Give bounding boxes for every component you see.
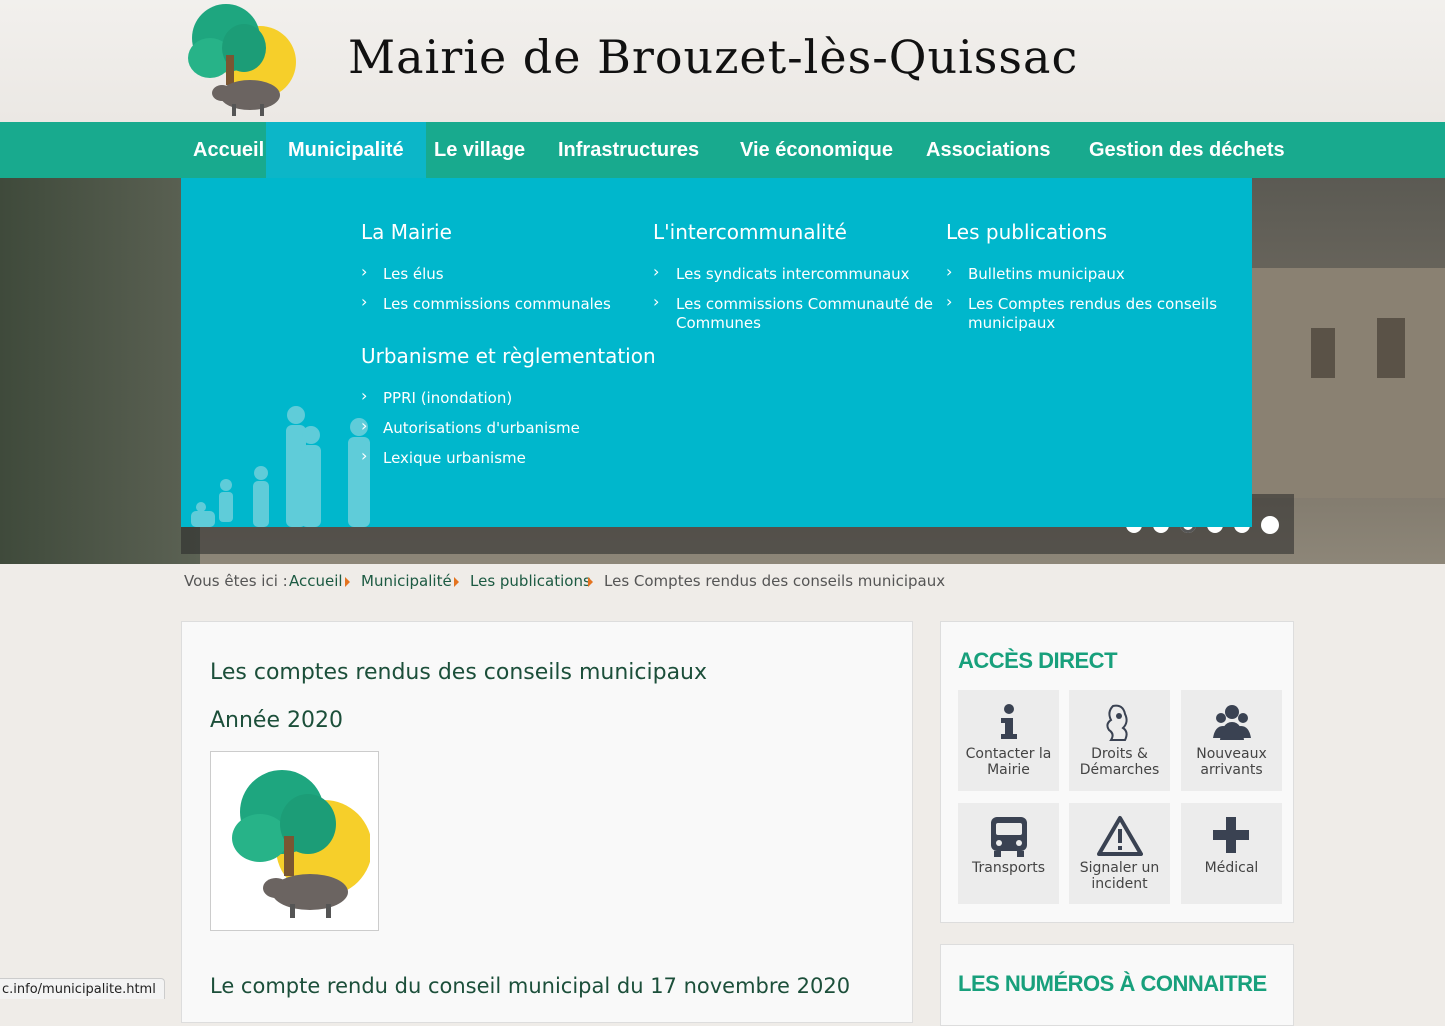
year-heading: Année 2020 (210, 708, 343, 733)
mega-link-comptes-rendus[interactable]: Les Comptes rendus des conseils municipa… (968, 295, 1228, 333)
tile-droits-demarches[interactable]: Droits & Démarches (1069, 690, 1170, 791)
status-bar-url: c.info/municipalite.html (0, 978, 165, 999)
tile-signaler-incident[interactable]: Signaler un incident (1069, 803, 1170, 904)
breadcrumb-link-publications[interactable]: Les publications (470, 572, 591, 590)
tile-contacter-mairie[interactable]: Contacter la Mairie (958, 690, 1059, 791)
nav-item-infrastructures[interactable]: Infrastructures (558, 122, 699, 178)
mega-link-autorisations[interactable]: Autorisations d'urbanisme (383, 419, 580, 438)
mega-link-syndicats[interactable]: Les syndicats intercommunaux (676, 265, 910, 284)
family-silhouette-icon (191, 406, 370, 527)
mega-link-commissions-cc[interactable]: Les commissions Communauté de Communes (676, 295, 934, 333)
breadcrumb-link-accueil[interactable]: Accueil (289, 572, 343, 590)
tile-nouveaux-arrivants[interactable]: Nouveaux arrivants (1181, 690, 1282, 791)
page-title: Les comptes rendus des conseils municipa… (210, 660, 708, 685)
sidebar-numeros: LES NUMÉROS À CONNAITRE (940, 944, 1294, 1026)
mega-link-lexique[interactable]: Lexique urbanisme (383, 449, 526, 468)
breadcrumb-link-municipalite[interactable]: Municipalité (361, 572, 452, 590)
breadcrumb-arrow-icon (588, 577, 593, 587)
tile-label: Droits & Démarches (1079, 746, 1160, 778)
tile-label: Signaler un incident (1079, 860, 1160, 892)
mega-menu-municipalite: La Mairie › Les élus › Les commissions c… (181, 178, 1252, 527)
sidebar-numeros-title: LES NUMÉROS À CONNAITRE (958, 971, 1267, 996)
bus-icon (991, 817, 1027, 857)
logo-icon (232, 770, 370, 918)
hero-window (1311, 328, 1335, 378)
chevron-right-icon: › (361, 292, 368, 311)
breadcrumb-arrow-icon (454, 577, 459, 587)
tile-transports[interactable]: Transports (958, 803, 1059, 904)
slider-dot-active[interactable] (1261, 516, 1279, 534)
chevron-right-icon: › (946, 262, 953, 281)
mega-link-bulletins[interactable]: Bulletins municipaux (968, 265, 1125, 284)
chevron-right-icon: › (653, 262, 660, 281)
chevron-right-icon: › (361, 386, 368, 405)
chevron-right-icon: › (361, 262, 368, 281)
chevron-right-icon: › (946, 292, 953, 311)
info-icon (1001, 704, 1017, 739)
sidebar-acces-direct: Accès direct Contacter la Mairie Droits … (940, 621, 1294, 923)
report-link[interactable]: Le compte rendu du conseil municipal du … (210, 974, 850, 998)
breadcrumb-current: Les Comptes rendus des conseils municipa… (604, 572, 946, 590)
tile-label: Contacter la Mairie (965, 746, 1052, 778)
hero-window (1377, 318, 1405, 378)
nav-item-vie-economique[interactable]: Vie économique (740, 122, 893, 178)
tile-label: Nouveaux arrivants (1196, 746, 1267, 778)
mega-col-title-la-mairie: La Mairie (361, 220, 452, 244)
tile-medical[interactable]: Médical (1181, 803, 1282, 904)
main-nav: Accueil Municipalité Le village Infrastr… (0, 122, 1445, 178)
article-thumbnail[interactable] (210, 751, 379, 931)
warning-icon (1097, 816, 1143, 856)
nav-item-le-village[interactable]: Le village (434, 122, 525, 178)
mega-link-ppri[interactable]: PPRI (inondation) (383, 389, 512, 408)
chevron-right-icon: › (653, 292, 660, 311)
nav-item-gestion-dechets[interactable]: Gestion des déchets (1089, 122, 1285, 178)
mega-link-les-elus[interactable]: Les élus (383, 265, 444, 284)
mega-col-title-publications: Les publications (946, 220, 1108, 244)
main-content: Les comptes rendus des conseils municipa… (181, 621, 913, 1023)
logo-icon[interactable] (182, 0, 300, 118)
mega-col-title-intercommunalite: L'intercommunalité (653, 220, 847, 244)
site-header: Mairie de Brouzet-lès-Quissac (0, 0, 1445, 122)
breadcrumb-prefix: Vous êtes ici : (184, 572, 288, 590)
chevron-right-icon: › (361, 416, 368, 435)
hero-image-trees (0, 178, 200, 564)
mega-col-title-urbanisme: Urbanisme et règlementation (361, 344, 656, 368)
tile-label: Médical (1204, 860, 1259, 876)
tile-label: Transports (972, 860, 1045, 876)
people-icon (1213, 705, 1251, 740)
mega-link-commissions-communales[interactable]: Les commissions communales (383, 295, 611, 314)
sidebar-title: Accès direct (958, 648, 1118, 673)
site-title: Mairie de Brouzet-lès-Quissac (348, 30, 1079, 84)
chevron-right-icon: › (361, 446, 368, 465)
plus-icon (1213, 817, 1249, 853)
nav-item-associations[interactable]: Associations (926, 122, 1050, 178)
breadcrumb-arrow-icon (345, 577, 350, 587)
nav-item-municipalite[interactable]: Municipalité (266, 122, 426, 178)
hero-image-house (1245, 268, 1445, 498)
marianne-icon (1106, 704, 1128, 741)
nav-item-accueil[interactable]: Accueil (193, 122, 264, 178)
